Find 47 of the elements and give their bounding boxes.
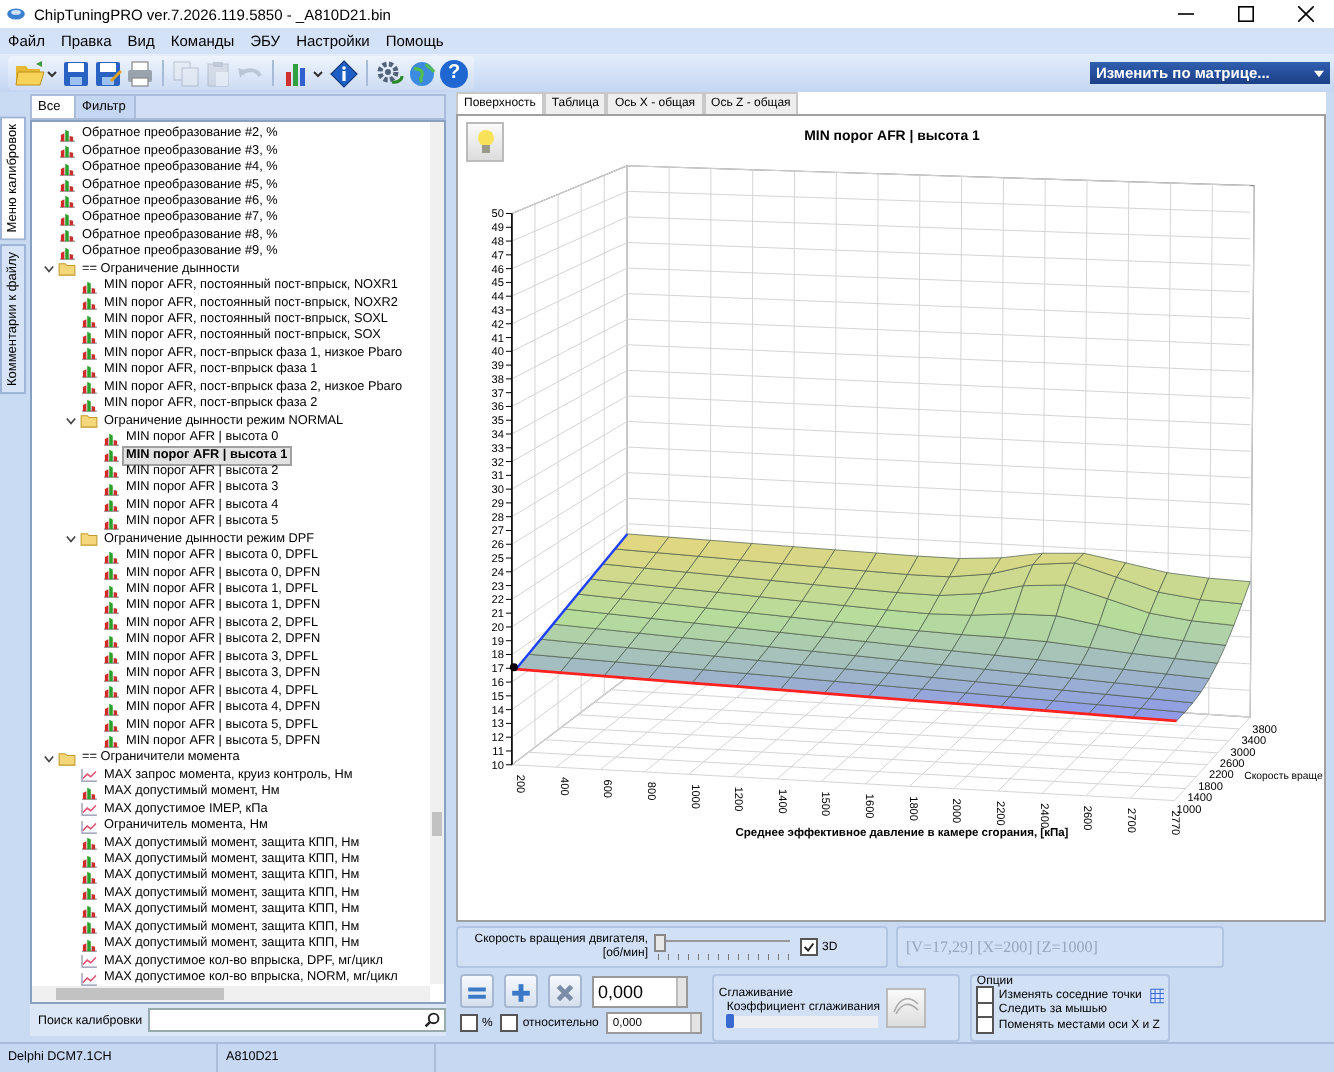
search-field[interactable] bbox=[148, 1008, 446, 1032]
checkbox[interactable] bbox=[500, 1014, 519, 1032]
checkbox[interactable] bbox=[460, 1014, 478, 1032]
folder-icon bbox=[80, 414, 98, 429]
checkbox[interactable] bbox=[976, 1016, 995, 1035]
help-tool-button[interactable]: ? bbox=[440, 59, 468, 87]
maximize-icon[interactable] bbox=[1238, 6, 1254, 22]
close-icon[interactable] bbox=[1298, 6, 1314, 22]
lightbulb-button[interactable] bbox=[466, 122, 504, 162]
multiply-button[interactable] bbox=[548, 974, 582, 1008]
cursor-readout: [V=17,29] [X=200] [Z=1000] bbox=[896, 926, 1224, 968]
expander-icon[interactable] bbox=[44, 264, 54, 275]
checkbox[interactable] bbox=[800, 938, 818, 956]
data-point-marker[interactable] bbox=[509, 663, 518, 672]
folder-icon bbox=[80, 532, 98, 547]
grid-icon[interactable] bbox=[1149, 987, 1165, 1004]
horizontal-scrollbar[interactable] bbox=[32, 986, 430, 1002]
expander-icon[interactable] bbox=[66, 534, 76, 545]
gear-icon[interactable] bbox=[376, 58, 404, 88]
folder-icon bbox=[58, 262, 76, 277]
info-icon[interactable] bbox=[330, 58, 358, 88]
floppy-disk-pencil-icon[interactable] bbox=[94, 58, 122, 88]
lightbulb-icon bbox=[475, 128, 495, 156]
value-field[interactable]: 0,000 bbox=[592, 975, 688, 1007]
add-button[interactable] bbox=[504, 974, 538, 1008]
cross-icon bbox=[554, 982, 576, 1004]
equals-button[interactable] bbox=[460, 974, 494, 1008]
slider-thumb[interactable] bbox=[654, 933, 666, 951]
expander-icon[interactable] bbox=[66, 416, 76, 427]
vertical-scrollbar[interactable] bbox=[430, 122, 444, 984]
bar-chart-icon[interactable] bbox=[282, 58, 326, 88]
search-icon[interactable] bbox=[424, 1012, 440, 1028]
smoothing-slider[interactable] bbox=[726, 1016, 879, 1028]
folder-icon[interactable] bbox=[14, 58, 58, 88]
wave-icon bbox=[892, 994, 921, 1018]
plus-icon bbox=[510, 982, 532, 1004]
equals-icon bbox=[466, 982, 488, 1004]
curve-chart-icon bbox=[80, 768, 98, 783]
printer-icon[interactable] bbox=[126, 58, 154, 88]
expander-icon[interactable] bbox=[44, 753, 54, 764]
app-logo-icon bbox=[6, 6, 26, 22]
slider-thumb[interactable] bbox=[726, 1014, 735, 1028]
caret-icon bbox=[1314, 69, 1324, 77]
folder-icon bbox=[58, 751, 76, 766]
map-chart-icon bbox=[80, 785, 98, 800]
globe-icon[interactable] bbox=[408, 58, 436, 88]
rpm-slider[interactable] bbox=[654, 933, 794, 961]
